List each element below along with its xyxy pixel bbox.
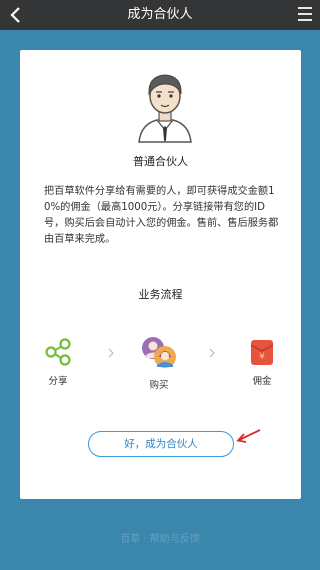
step-share: 分享: [28, 337, 88, 387]
users-avatar-icon: [142, 337, 176, 368]
process-title: 业务流程: [138, 288, 183, 301]
svg-text:¥: ¥: [259, 352, 265, 362]
hamburger-menu-icon[interactable]: [298, 7, 312, 21]
share-icon: [45, 338, 71, 366]
red-envelope-icon: ¥: [250, 340, 274, 365]
step-share-label: 分享: [48, 376, 68, 387]
chevron-right-icon: [209, 348, 215, 358]
red-arrow-icon: [236, 429, 261, 443]
top-bar: 成为合伙人: [0, 0, 320, 30]
chevron-right-icon: [108, 348, 114, 358]
become-partner-button[interactable]: 好，成为合伙人: [88, 431, 234, 457]
step-buy: 购买: [129, 335, 189, 391]
step-commission-label: 佣金: [252, 376, 272, 387]
step-buy-label: 购买: [149, 380, 169, 391]
partner-heading: 普通合伙人: [133, 155, 188, 168]
footer-text: 百草 · 帮助与反馈: [120, 534, 200, 545]
page-title: 成为合伙人: [127, 7, 193, 22]
businessman-avatar-icon: [138, 74, 192, 143]
partner-description: 把百草软件分享给有需要的人，即可获得成交金额10%的佣金（最高1000元）。分享…: [44, 186, 279, 245]
step-commission: ¥ 佣金: [232, 337, 292, 387]
